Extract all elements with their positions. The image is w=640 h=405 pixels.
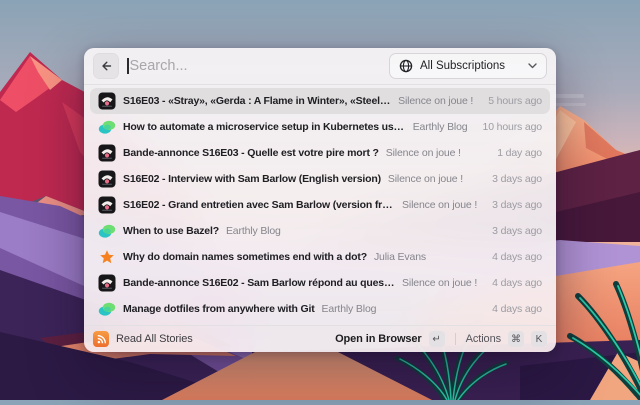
list-item[interactable]: Manage dotfiles from anywhere with Git E…	[90, 296, 550, 322]
item-source: Julia Evans	[373, 251, 426, 263]
results-list: S16E03 - «Stray», «Gerda : A Flame in Wi…	[84, 85, 556, 325]
earthly-icon	[98, 300, 116, 318]
k-key-badge: K	[531, 331, 547, 347]
item-time: 10 hours ago	[482, 121, 543, 133]
list-item[interactable]: Why do domain names sometimes end with a…	[90, 244, 550, 270]
list-item[interactable]: When to use Bazel? Earthly Blog 3 days a…	[90, 218, 550, 244]
text-caret	[127, 58, 129, 74]
item-time: 4 days ago	[492, 303, 542, 315]
item-source: Silence on joue !	[398, 95, 474, 107]
command-key-badge: ⌘	[508, 331, 524, 347]
item-title: Bande-annonce S16E03 - Quelle est votre …	[123, 147, 379, 159]
item-title: S16E03 - «Stray», «Gerda : A Flame in Wi…	[123, 95, 391, 107]
subscriptions-filter-dropdown[interactable]: All Subscriptions	[389, 53, 547, 79]
soj-artwork-icon	[98, 144, 116, 162]
search-bar: All Subscriptions	[84, 48, 556, 84]
back-button[interactable]	[93, 53, 119, 79]
item-source: Earthly Blog	[225, 225, 281, 237]
item-source: Silence on joue !	[402, 199, 478, 211]
footer-bar: Read All Stories Open in Browser ↵ Actio…	[84, 326, 556, 352]
list-item[interactable]: S16E02 - Grand entretien avec Sam Barlow…	[90, 192, 550, 218]
arrow-left-icon	[102, 61, 112, 71]
soj-artwork-icon	[98, 170, 116, 188]
item-title: When to use Bazel?	[123, 225, 219, 237]
item-title: How to automate a microservice setup in …	[123, 121, 406, 133]
soj-artwork-icon	[98, 274, 116, 292]
item-source: Silence on joue !	[385, 147, 461, 159]
item-source: Earthly Blog	[321, 303, 377, 315]
item-title: Why do domain names sometimes end with a…	[123, 251, 367, 263]
item-source: Silence on joue !	[402, 277, 478, 289]
item-source: Silence on joue !	[387, 173, 463, 185]
search-input[interactable]	[129, 58, 381, 74]
list-item[interactable]: S16E03 - «Stray», «Gerda : A Flame in Wi…	[90, 88, 550, 114]
footer-separator	[454, 333, 456, 345]
star-icon	[98, 248, 116, 266]
item-time: 3 days ago	[492, 199, 542, 211]
chevron-down-icon	[528, 63, 537, 69]
earthly-icon	[98, 118, 116, 136]
rss-search-window: All Subscriptions S16E03 - «Stray», «Ger…	[84, 48, 556, 352]
item-time: 5 hours ago	[488, 95, 542, 107]
filter-label: All Subscriptions	[420, 60, 506, 72]
item-time: 4 days ago	[492, 251, 542, 263]
list-item[interactable]: S16E02 - Interview with Sam Barlow (Engl…	[90, 166, 550, 192]
item-time: 4 days ago	[492, 277, 542, 289]
actions-button[interactable]: Actions	[466, 333, 501, 345]
open-in-browser-button[interactable]: Open in Browser	[335, 333, 422, 345]
earthly-icon	[98, 222, 116, 240]
list-item[interactable]: Bande-annonce S16E02 - Sam Barlow répond…	[90, 270, 550, 296]
globe-icon	[399, 59, 413, 73]
item-title: S16E02 - Grand entretien avec Sam Barlow…	[123, 199, 396, 211]
item-source: Earthly Blog	[412, 121, 468, 133]
return-key-badge: ↵	[428, 331, 445, 347]
rss-icon	[93, 331, 109, 347]
soj-artwork-icon	[98, 196, 116, 214]
search-field-wrap	[127, 58, 381, 74]
item-title: Manage dotfiles from anywhere with Git	[123, 303, 315, 315]
soj-artwork-icon	[98, 92, 116, 110]
read-all-stories-label: Read All Stories	[116, 333, 193, 345]
item-title: Bande-annonce S16E02 - Sam Barlow répond…	[123, 277, 395, 289]
item-time: 1 day ago	[497, 147, 542, 159]
item-title: S16E02 - Interview with Sam Barlow (Engl…	[123, 173, 381, 185]
item-time: 3 days ago	[492, 173, 542, 185]
list-item[interactable]: Bande-annonce S16E03 - Quelle est votre …	[90, 140, 550, 166]
item-time: 3 days ago	[492, 225, 542, 237]
list-item[interactable]: How to automate a microservice setup in …	[90, 114, 550, 140]
